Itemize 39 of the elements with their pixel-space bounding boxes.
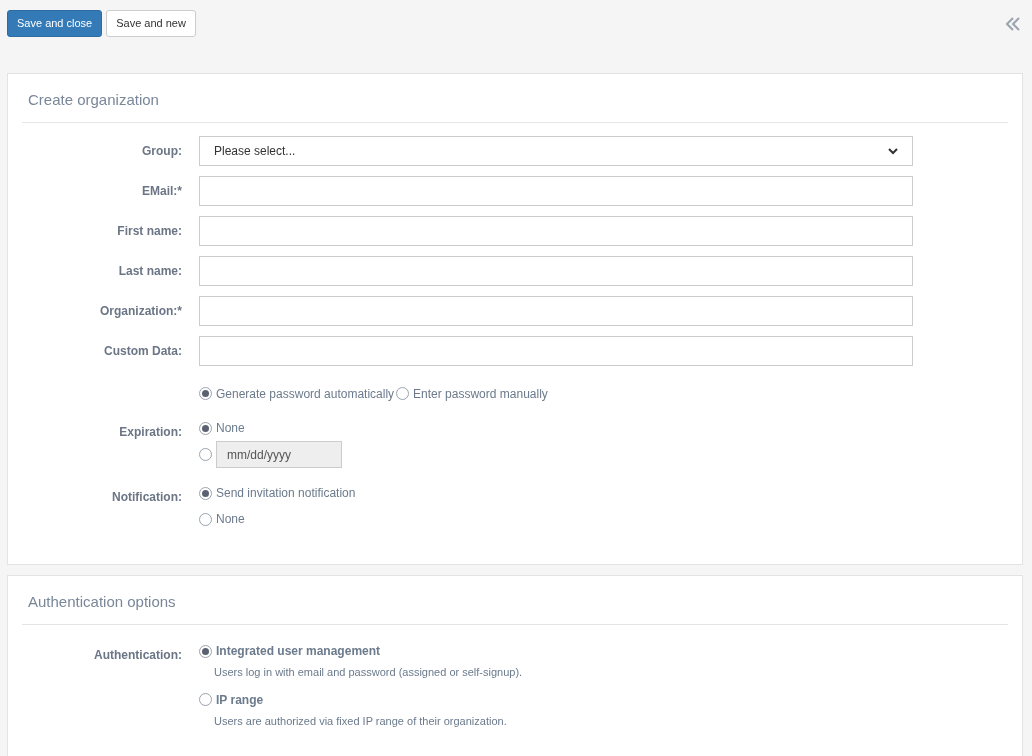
field-label: Expiration: [119, 425, 182, 439]
field-label: Organization:* [100, 304, 182, 318]
option-label: IP range [216, 691, 264, 709]
option-description: Users are authorized via fixed IP range of their organization. [214, 713, 508, 729]
section-title: Create organization [27, 91, 160, 108]
text-input[interactable] [199, 216, 913, 246]
radio-button[interactable] [199, 693, 212, 706]
option-label: None [216, 420, 245, 437]
option-description: Users log in with email and password (assigned or self-signup). [214, 665, 523, 680]
field-label: Custom Data: [104, 344, 182, 358]
field-label: EMail:* [142, 184, 182, 198]
collapse-icon[interactable] [1006, 17, 1020, 31]
option-label: Send invitation notification [216, 485, 356, 502]
radio-button[interactable] [199, 486, 212, 500]
date-input[interactable]: mm/dd/yyyy [216, 441, 342, 468]
text-input[interactable] [199, 336, 913, 366]
option-label: None [216, 511, 245, 528]
option-label: Generate password automatically [216, 385, 395, 403]
field-label: First name: [117, 224, 182, 238]
save-close-button[interactable]: Save and close [7, 10, 103, 37]
radio-button[interactable] [199, 512, 212, 526]
text-input[interactable] [199, 176, 913, 206]
field-label: Notification: [112, 490, 182, 504]
text-input[interactable] [199, 296, 913, 326]
radio-button[interactable] [199, 421, 212, 435]
text-input[interactable] [199, 256, 913, 286]
radio-button[interactable] [199, 387, 212, 400]
chevron-down-icon [888, 147, 898, 155]
field-label: Last name: [118, 264, 182, 278]
radio-button[interactable] [396, 387, 410, 400]
option-label: Integrated user management [216, 643, 381, 660]
field-label: Authentication: [94, 648, 182, 662]
field-label: Group: [142, 144, 182, 158]
option-label: Enter password manually [413, 385, 548, 403]
section-title: Authentication options [27, 593, 177, 610]
radio-button[interactable] [199, 448, 212, 461]
radio-button[interactable] [199, 644, 212, 658]
group-select[interactable]: Please select... [199, 136, 913, 166]
save-new-button[interactable]: Save and new [106, 10, 196, 37]
